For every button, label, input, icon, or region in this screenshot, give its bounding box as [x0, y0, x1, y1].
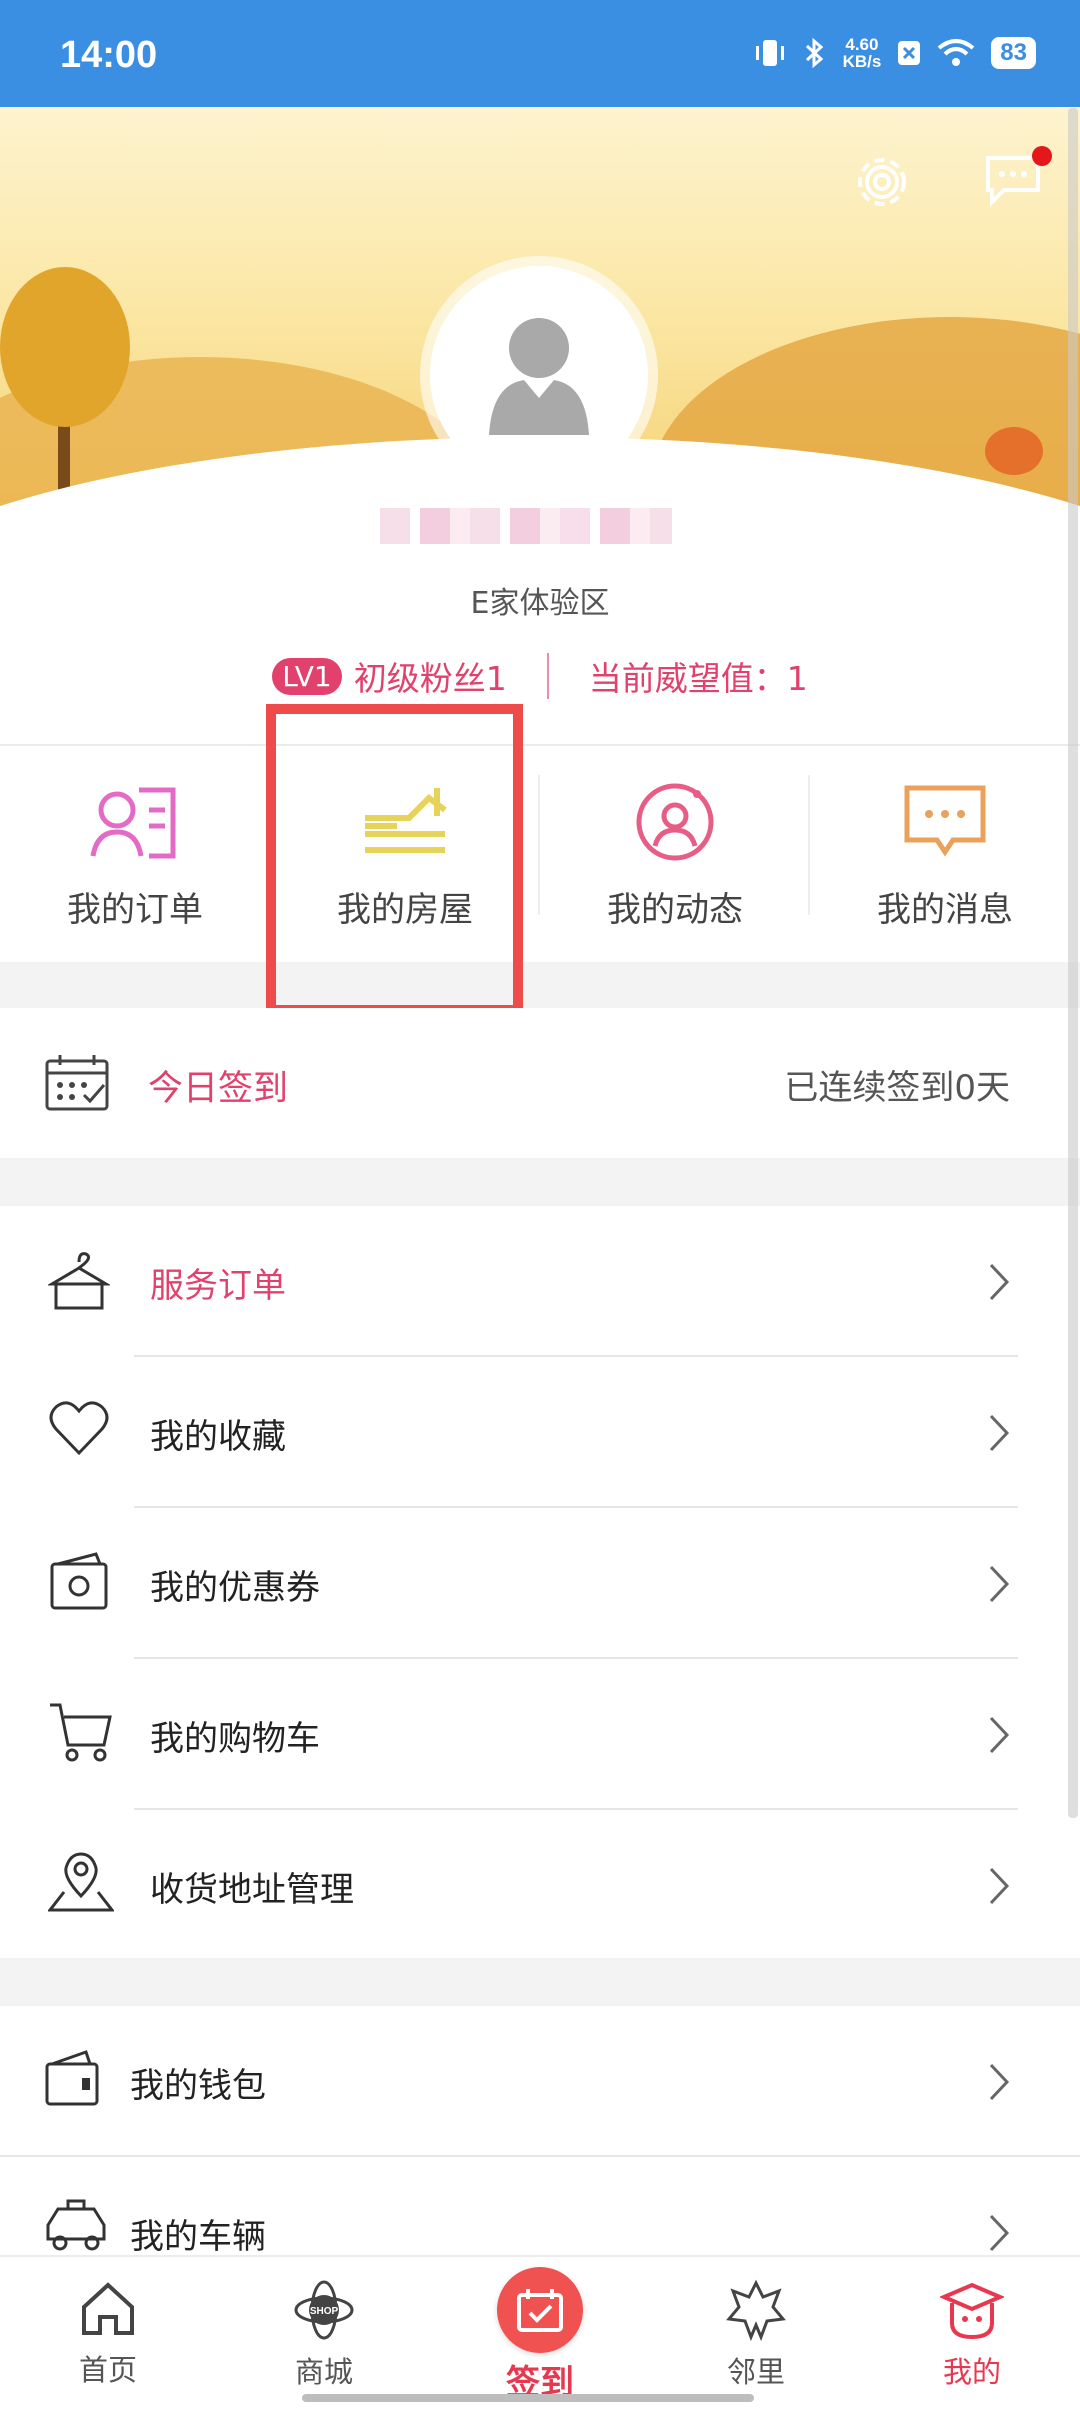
menu-label: 收货地址管理: [150, 1870, 354, 1910]
battery-indicator: 83: [991, 37, 1036, 69]
menu-label: 我的车辆: [130, 2217, 266, 2257]
car-icon: [46, 2199, 106, 2251]
chevron-right-icon: [989, 1565, 1010, 1603]
coupon-icon: [50, 1552, 108, 1610]
vibrate-icon: [755, 40, 784, 66]
prestige-value: 当前威望值：1: [588, 659, 808, 698]
checkin-title: 今日签到: [148, 1069, 289, 1109]
level-name: 初级粉丝1: [353, 659, 507, 698]
menu-item-coupons[interactable]: 我的优惠券: [0, 1508, 1080, 1659]
chevron-right-icon: [989, 1716, 1010, 1754]
highlight-box: [266, 704, 523, 1015]
tab-label: 邻里: [726, 2355, 785, 2389]
shop-icon: SHOP: [294, 2280, 354, 2340]
tab-home[interactable]: 首页: [0, 2257, 216, 2410]
unread-dot: [1032, 146, 1052, 166]
profile-icon: [940, 2282, 1004, 2340]
community-name: E家体验区: [470, 586, 610, 621]
chevron-right-icon: [989, 2063, 1010, 2101]
tab-profile[interactable]: 我的: [864, 2257, 1080, 2410]
tab-neighbor[interactable]: 邻里: [648, 2257, 864, 2410]
menu-label: 我的钱包: [130, 2066, 266, 2106]
location-pin-icon: [48, 1852, 114, 1912]
settings-button[interactable]: [850, 150, 914, 214]
pumpkin-illustration: [985, 427, 1043, 475]
bluetooth-icon: [805, 37, 823, 69]
menu-item-address[interactable]: 收货地址管理: [0, 1810, 1080, 1961]
heart-icon: [49, 1401, 109, 1456]
menu-list-secondary: 我的钱包 我的车辆: [0, 2006, 1080, 2257]
cart-icon: [50, 1703, 112, 1762]
checkin-status: 已连续签到0天: [784, 1068, 1010, 1108]
level-badge: LV1: [272, 657, 342, 695]
tab-label: 我的: [942, 2355, 1001, 2389]
chevron-right-icon: [989, 1263, 1010, 1301]
tab-checkin[interactable]: 签到: [432, 2257, 648, 2410]
level-row: LV1 初级粉丝1 当前威望值：1: [0, 652, 1080, 700]
tab-shop[interactable]: SHOP 商城: [216, 2257, 432, 2410]
menu-item-cart[interactable]: 我的购物车: [0, 1659, 1080, 1810]
menu-label: 我的优惠券: [150, 1568, 320, 1608]
calendar-icon: [45, 1055, 109, 1111]
home-icon: [82, 2282, 134, 2335]
status-bar: 14:00 4.60 KB/s 83: [0, 0, 1080, 107]
messages-button[interactable]: [982, 146, 1052, 208]
status-time: 14:00: [60, 34, 158, 76]
chevron-right-icon: [989, 1414, 1010, 1452]
shop-icon-text: SHOP: [310, 2306, 339, 2317]
tab-label: 首页: [78, 2353, 137, 2387]
net-speed: 4.60 KB/s: [842, 35, 882, 71]
checkin-row[interactable]: 今日签到 已连续签到0天: [0, 1008, 1080, 1158]
quick-label: 我的动态: [607, 890, 743, 930]
home-indicator[interactable]: [302, 2394, 754, 2402]
wallet-icon: [45, 2050, 99, 2106]
menu-label: 服务订单: [150, 1266, 286, 1306]
quick-actions: 我的订单 我的房屋 我的动态 我的消息: [0, 745, 1080, 960]
quick-my-messages[interactable]: 我的消息: [810, 745, 1080, 960]
avatar[interactable]: [430, 266, 648, 484]
tab-label: 商城: [294, 2355, 353, 2389]
wifi-icon: [938, 39, 975, 66]
checkin-icon: [517, 2289, 563, 2332]
status-icons: 4.60 KB/s 83: [753, 36, 1036, 70]
hanger-icon: [48, 1252, 110, 1310]
menu-list: 服务订单 我的收藏 我的优惠券 我的购物车 收货地址管理: [0, 1206, 1080, 1958]
menu-item-service-orders[interactable]: 服务订单: [0, 1206, 1080, 1357]
app-notify-icon: [898, 41, 921, 65]
quick-my-activity[interactable]: 我的动态: [540, 745, 810, 960]
chevron-right-icon: [989, 1867, 1010, 1905]
quick-my-orders[interactable]: 我的订单: [0, 745, 270, 960]
username-blurred: [380, 508, 672, 544]
divider: [546, 653, 549, 699]
neighbor-icon: [726, 2279, 786, 2341]
quick-label: 我的订单: [67, 890, 203, 930]
bottom-tab-bar: 首页 SHOP 商城 签到 邻里 我的: [0, 2255, 1080, 2410]
activity-person-icon: [636, 783, 714, 861]
message-bubble-icon: [904, 785, 986, 857]
checkin-circle: [497, 2267, 583, 2353]
menu-item-favorites[interactable]: 我的收藏: [0, 1357, 1080, 1508]
menu-label: 我的购物车: [150, 1719, 320, 1759]
user-placeholder-icon: [489, 318, 589, 435]
menu-label: 我的收藏: [150, 1417, 286, 1457]
chevron-right-icon: [989, 2214, 1010, 2252]
order-person-icon: [90, 787, 176, 859]
menu-item-wallet[interactable]: 我的钱包: [0, 2006, 1080, 2157]
quick-label: 我的消息: [877, 890, 1013, 930]
gear-icon: [858, 158, 906, 206]
scrollbar[interactable]: [1068, 108, 1078, 1818]
